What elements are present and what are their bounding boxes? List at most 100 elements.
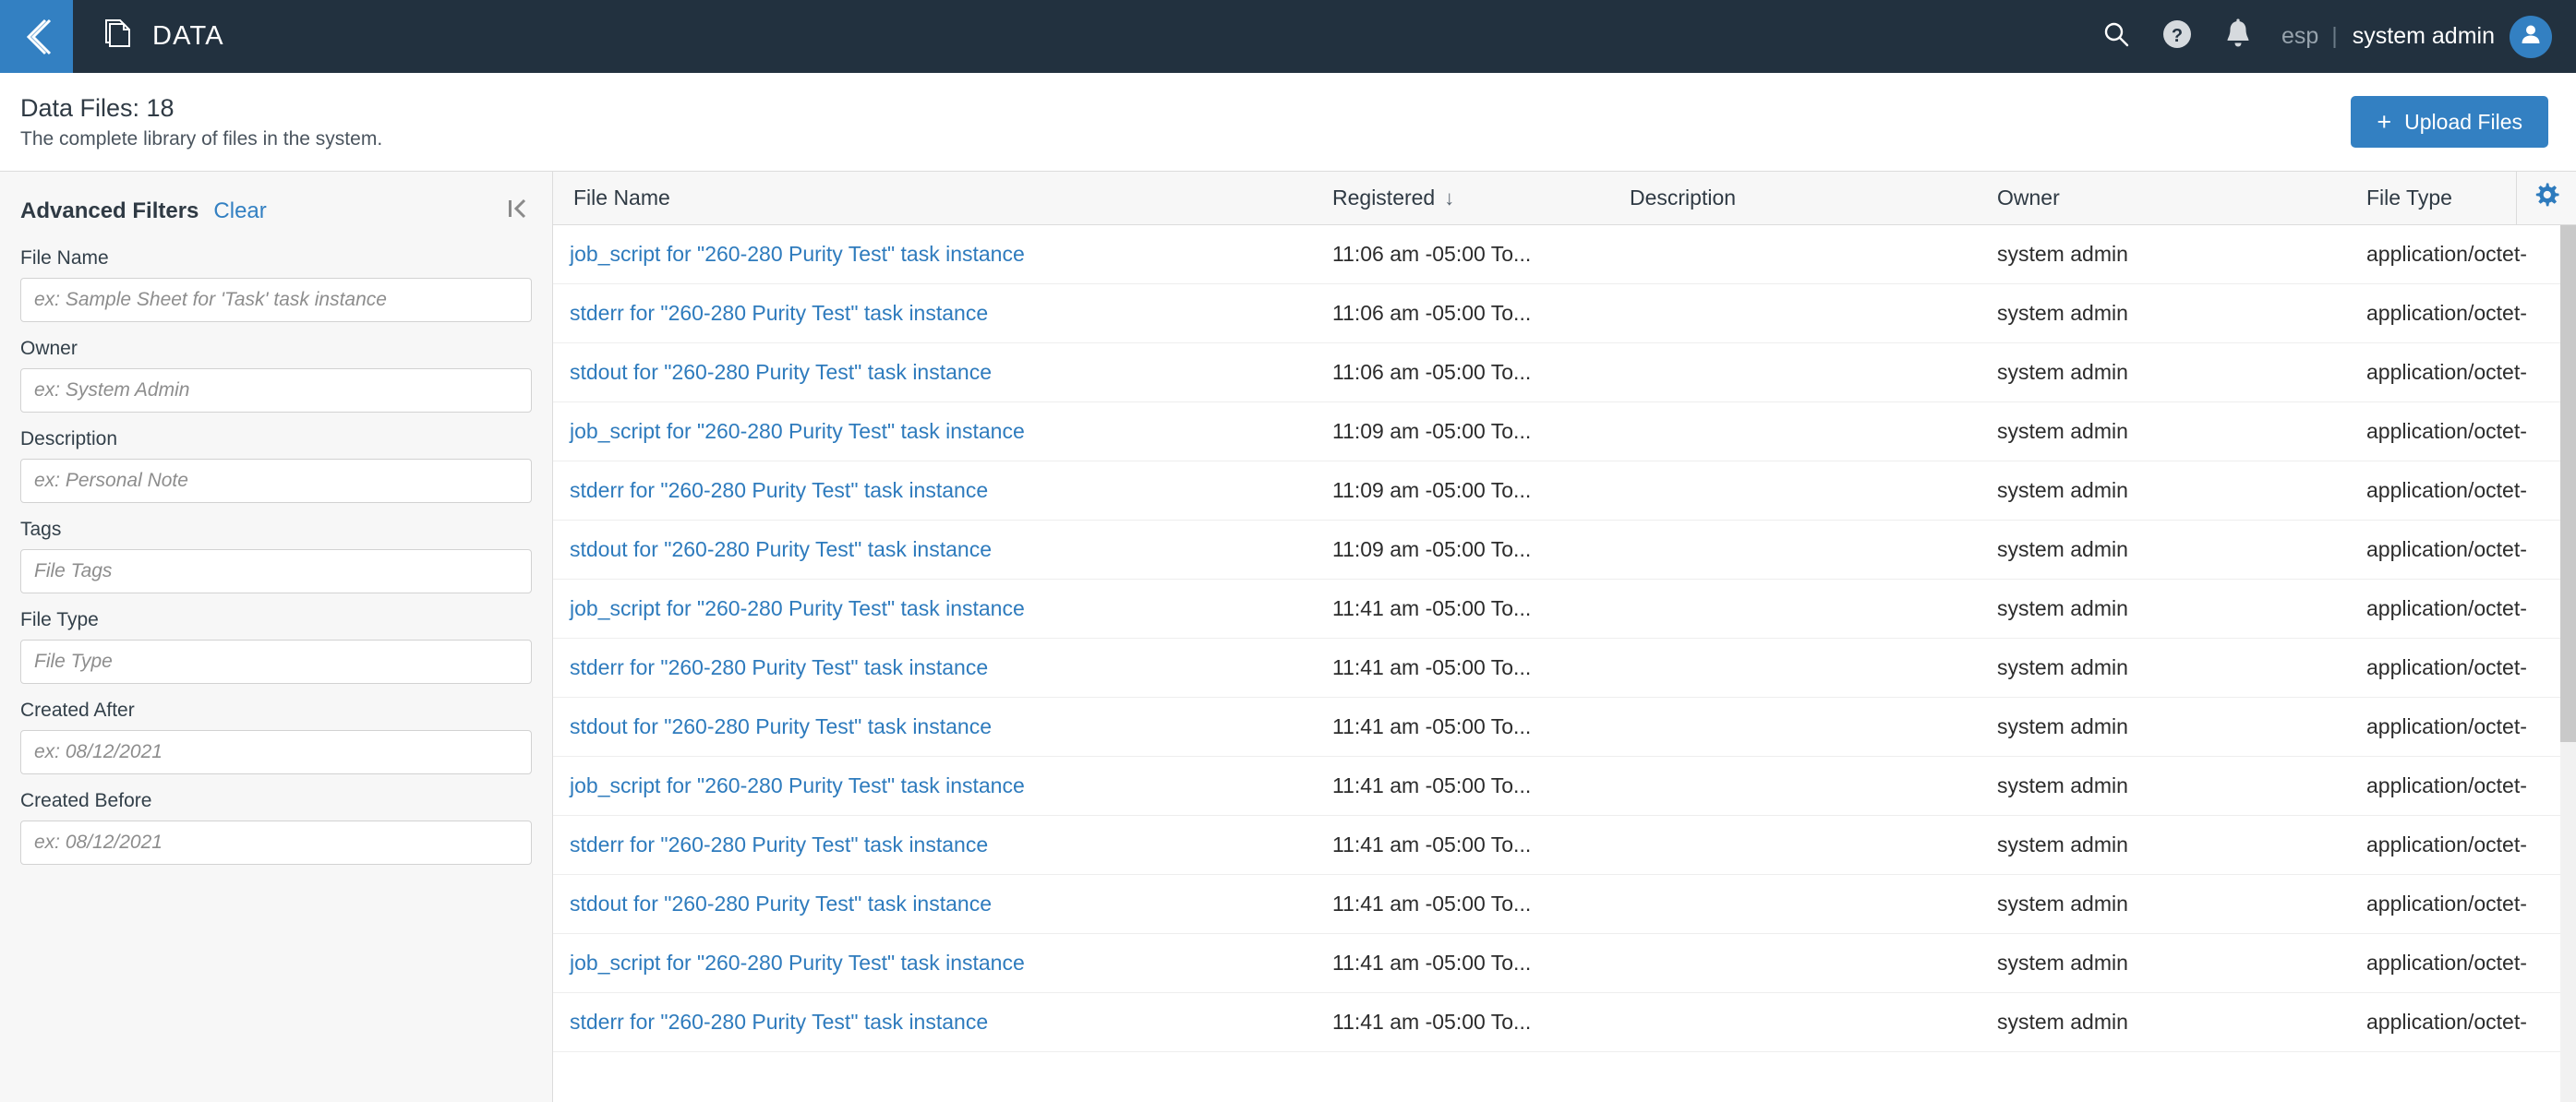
- filter-label-created-after: Created After: [20, 700, 135, 721]
- cell-name[interactable]: stdout for "260-280 Purity Test" task in…: [553, 360, 1316, 385]
- cell-registered: 11:41 am -05:00 To...: [1332, 655, 1532, 679]
- clear-filters-link[interactable]: Clear: [213, 198, 266, 224]
- table-row[interactable]: stderr for "260-280 Purity Test" task in…: [553, 461, 2576, 521]
- table-row[interactable]: stdout for "260-280 Purity Test" task in…: [553, 698, 2576, 757]
- help-button[interactable]: ?: [2147, 0, 2208, 73]
- column-header-file-type[interactable]: File Type: [2350, 186, 2516, 210]
- sort-descending-icon: ↓: [1444, 186, 1455, 210]
- cell-name[interactable]: stderr for "260-280 Purity Test" task in…: [553, 655, 1316, 680]
- cell-name[interactable]: stdout for "260-280 Purity Test" task in…: [553, 892, 1316, 916]
- cell-name[interactable]: job_script for "260-280 Purity Test" tas…: [553, 242, 1316, 267]
- filter-input-owner[interactable]: [20, 368, 532, 413]
- back-button[interactable]: [0, 0, 73, 73]
- table-vertical-scrollbar[interactable]: [2560, 225, 2576, 1102]
- page-heading-block: Data Files: 18 The complete library of f…: [20, 94, 382, 150]
- help-circle-icon: ?: [2161, 18, 2193, 54]
- table-row[interactable]: job_script for "260-280 Purity Test" tas…: [553, 580, 2576, 639]
- cell-filetype: application/octet-st...: [2366, 419, 2526, 443]
- filter-label-file-type: File Type: [20, 609, 99, 630]
- notifications-button[interactable]: [2208, 0, 2269, 73]
- search-button[interactable]: [2086, 0, 2147, 73]
- table-row[interactable]: stdout for "260-280 Purity Test" task in…: [553, 521, 2576, 580]
- cell-owner: system admin: [1997, 832, 2128, 856]
- cell-owner: system admin: [1997, 537, 2128, 561]
- cell-name[interactable]: stdout for "260-280 Purity Test" task in…: [553, 714, 1316, 739]
- table-row[interactable]: stdout for "260-280 Purity Test" task in…: [553, 875, 2576, 934]
- cell-owner: system admin: [1997, 714, 2128, 738]
- cell-registered: 11:09 am -05:00 To...: [1332, 537, 1532, 561]
- table-row[interactable]: stdout for "260-280 Purity Test" task in…: [553, 343, 2576, 402]
- cell-filetype: application/octet-st...: [2366, 714, 2526, 738]
- column-header-file-name[interactable]: File Name: [553, 186, 1316, 210]
- collapse-filters-button[interactable]: [504, 194, 532, 228]
- advanced-filters-title: Advanced Filters: [20, 198, 199, 223]
- chevron-left-icon: [21, 17, 53, 57]
- cell-filetype: application/octet-st...: [2366, 301, 2526, 325]
- filter-input-created-before[interactable]: [20, 821, 532, 865]
- upload-files-label: Upload Files: [2404, 109, 2522, 134]
- table-row[interactable]: job_script for "260-280 Purity Test" tas…: [553, 757, 2576, 816]
- user-menu[interactable]: esp | system admin: [2269, 15, 2552, 58]
- cell-name[interactable]: stderr for "260-280 Purity Test" task in…: [553, 832, 1316, 857]
- cell-filetype: application/octet-st...: [2366, 655, 2526, 679]
- data-files-table: File Name Registered ↓ Description Owner…: [553, 171, 2576, 1102]
- table-row[interactable]: stderr for "260-280 Purity Test" task in…: [553, 639, 2576, 698]
- filter-label-created-before: Created Before: [20, 790, 152, 811]
- filter-input-created-after[interactable]: [20, 730, 532, 774]
- table-row[interactable]: stderr for "260-280 Purity Test" task in…: [553, 816, 2576, 875]
- cell-name[interactable]: stderr for "260-280 Purity Test" task in…: [553, 1010, 1316, 1035]
- cell-owner: system admin: [1997, 892, 2128, 916]
- filter-field-owner: Owner: [20, 338, 532, 413]
- top-navigation-bar: DATA ? esp | system admin: [0, 0, 2576, 73]
- cell-name[interactable]: stderr for "260-280 Purity Test" task in…: [553, 301, 1316, 326]
- cell-registered: 11:06 am -05:00 To...: [1332, 242, 1532, 266]
- cell-name[interactable]: stdout for "260-280 Purity Test" task in…: [553, 537, 1316, 562]
- cell-owner: system admin: [1997, 773, 2128, 797]
- page-title: Data Files: 18: [20, 93, 175, 122]
- table-row[interactable]: job_script for "260-280 Purity Test" tas…: [553, 225, 2576, 284]
- cell-name[interactable]: stderr for "260-280 Purity Test" task in…: [553, 478, 1316, 503]
- filter-input-description[interactable]: [20, 459, 532, 503]
- table-row[interactable]: job_script for "260-280 Purity Test" tas…: [553, 934, 2576, 993]
- filter-input-file-name[interactable]: [20, 278, 532, 322]
- cell-registered: 11:41 am -05:00 To...: [1332, 951, 1532, 975]
- table-header-row: File Name Registered ↓ Description Owner…: [553, 171, 2576, 225]
- cell-name[interactable]: job_script for "260-280 Purity Test" tas…: [553, 419, 1316, 444]
- column-header-owner-label: Owner: [1997, 186, 2060, 210]
- cell-owner: system admin: [1997, 596, 2128, 620]
- filter-field-tags: Tags: [20, 519, 532, 593]
- tenant-label: esp: [2281, 23, 2319, 49]
- table-row[interactable]: job_script for "260-280 Purity Test" tas…: [553, 402, 2576, 461]
- cell-filetype: application/octet-st...: [2366, 773, 2526, 797]
- filter-field-file-name: File Name: [20, 247, 532, 322]
- app-brand: DATA: [73, 0, 224, 73]
- table-row[interactable]: stderr for "260-280 Purity Test" task in…: [553, 284, 2576, 343]
- cell-owner: system admin: [1997, 242, 2128, 266]
- filter-input-tags[interactable]: [20, 549, 532, 593]
- filter-field-created-after: Created After: [20, 700, 532, 774]
- upload-files-button[interactable]: + Upload Files: [2351, 96, 2548, 148]
- cell-registered: 11:06 am -05:00 To...: [1332, 360, 1532, 384]
- table-settings-button[interactable]: [2516, 172, 2576, 224]
- cell-owner: system admin: [1997, 1010, 2128, 1034]
- cell-filetype: application/octet-st...: [2366, 596, 2526, 620]
- filter-field-description: Description: [20, 428, 532, 503]
- cell-registered: 11:41 am -05:00 To...: [1332, 832, 1532, 856]
- cell-owner: system admin: [1997, 360, 2128, 384]
- table-row[interactable]: stderr for "260-280 Purity Test" task in…: [553, 993, 2576, 1052]
- cell-registered: 11:41 am -05:00 To...: [1332, 596, 1532, 620]
- column-header-owner[interactable]: Owner: [1980, 186, 2350, 210]
- filter-input-file-type[interactable]: [20, 640, 532, 684]
- column-header-description[interactable]: Description: [1613, 186, 1980, 210]
- cell-owner: system admin: [1997, 655, 2128, 679]
- cell-filetype: application/octet-st...: [2366, 832, 2526, 856]
- cell-name[interactable]: job_script for "260-280 Purity Test" tas…: [553, 951, 1316, 976]
- column-header-registered[interactable]: Registered ↓: [1316, 186, 1613, 210]
- documents-stack-icon: [102, 18, 132, 54]
- cell-filetype: application/octet-st...: [2366, 537, 2526, 561]
- scrollbar-thumb[interactable]: [2560, 225, 2576, 742]
- cell-name[interactable]: job_script for "260-280 Purity Test" tas…: [553, 773, 1316, 798]
- cell-name[interactable]: job_script for "260-280 Purity Test" tas…: [553, 596, 1316, 621]
- cell-filetype: application/octet-st...: [2366, 1010, 2526, 1034]
- collapse-panel-left-icon: [508, 198, 528, 224]
